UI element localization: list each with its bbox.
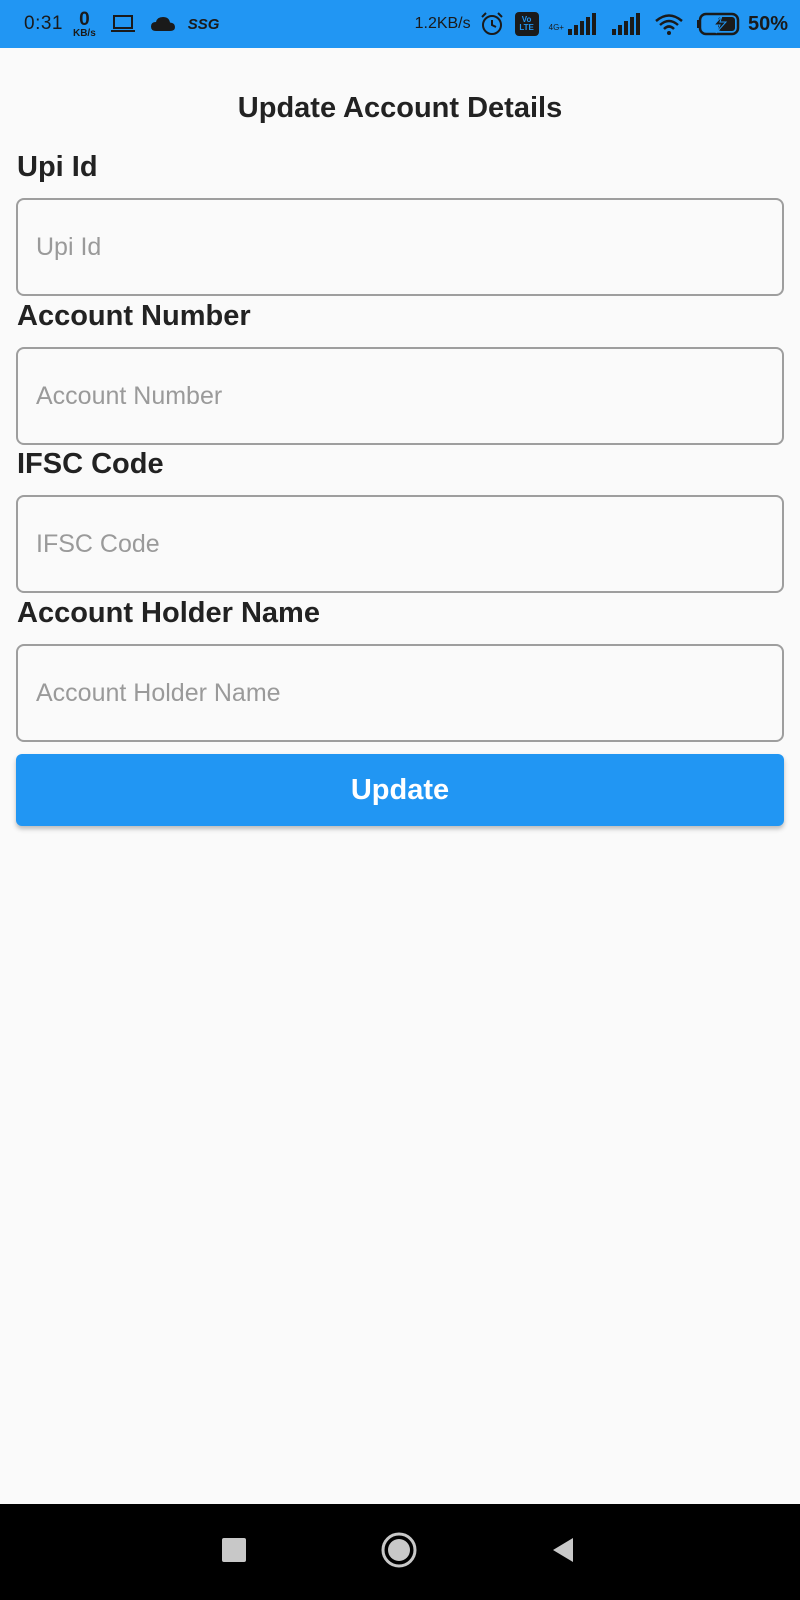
data-rate-indicator: 0 KB/s xyxy=(73,10,96,39)
back-button[interactable] xyxy=(537,1526,589,1578)
navigation-bar xyxy=(0,1504,800,1600)
net-speed: 1.2KB/s xyxy=(414,15,471,32)
update-button[interactable]: Update xyxy=(16,754,784,826)
data-rate-unit: KB/s xyxy=(72,27,96,39)
account-holder-name-input[interactable] xyxy=(16,644,784,742)
laptop-icon xyxy=(110,14,136,34)
account-holder-name-label: Account Holder Name xyxy=(17,597,320,629)
volte-icon: Vo LTE xyxy=(514,12,539,36)
volte-bottom-text: LTE xyxy=(519,23,534,32)
account-number-input[interactable] xyxy=(16,347,784,445)
status-time: 0:31 xyxy=(24,13,63,34)
alarm-icon xyxy=(479,11,505,37)
ifsc-code-label: IFSC Code xyxy=(17,448,164,480)
status-bar-right: 1.2KB/s Vo LTE 4G+ 50% xyxy=(415,11,788,37)
signal-icon xyxy=(610,13,642,35)
account-number-label: Account Number xyxy=(17,300,251,332)
network-gen: 4G+ xyxy=(548,23,564,32)
ifsc-code-input[interactable] xyxy=(16,495,784,593)
signal-icon: 4G+ xyxy=(549,13,598,35)
home-button[interactable] xyxy=(373,1526,425,1578)
battery-charging-icon xyxy=(696,12,742,36)
wifi-icon xyxy=(654,13,684,35)
recents-button[interactable] xyxy=(208,1526,260,1578)
cloud-icon xyxy=(150,15,176,33)
data-rate-value: 0 xyxy=(79,8,90,30)
status-bar: 0:31 0 KB/s SSG 1.2KB/s Vo LTE 4G+ 50% xyxy=(0,0,800,48)
status-bar-left: 0:31 0 KB/s SSG xyxy=(24,10,219,39)
recents-icon xyxy=(221,1537,247,1568)
battery-percent: 50% xyxy=(747,12,788,35)
carrier-text: SSG xyxy=(187,15,220,33)
upi-id-label: Upi Id xyxy=(17,151,98,183)
page-title: Update Account Details xyxy=(237,92,563,124)
home-icon xyxy=(380,1531,418,1574)
upi-id-input[interactable] xyxy=(16,198,784,296)
back-icon xyxy=(549,1536,577,1569)
